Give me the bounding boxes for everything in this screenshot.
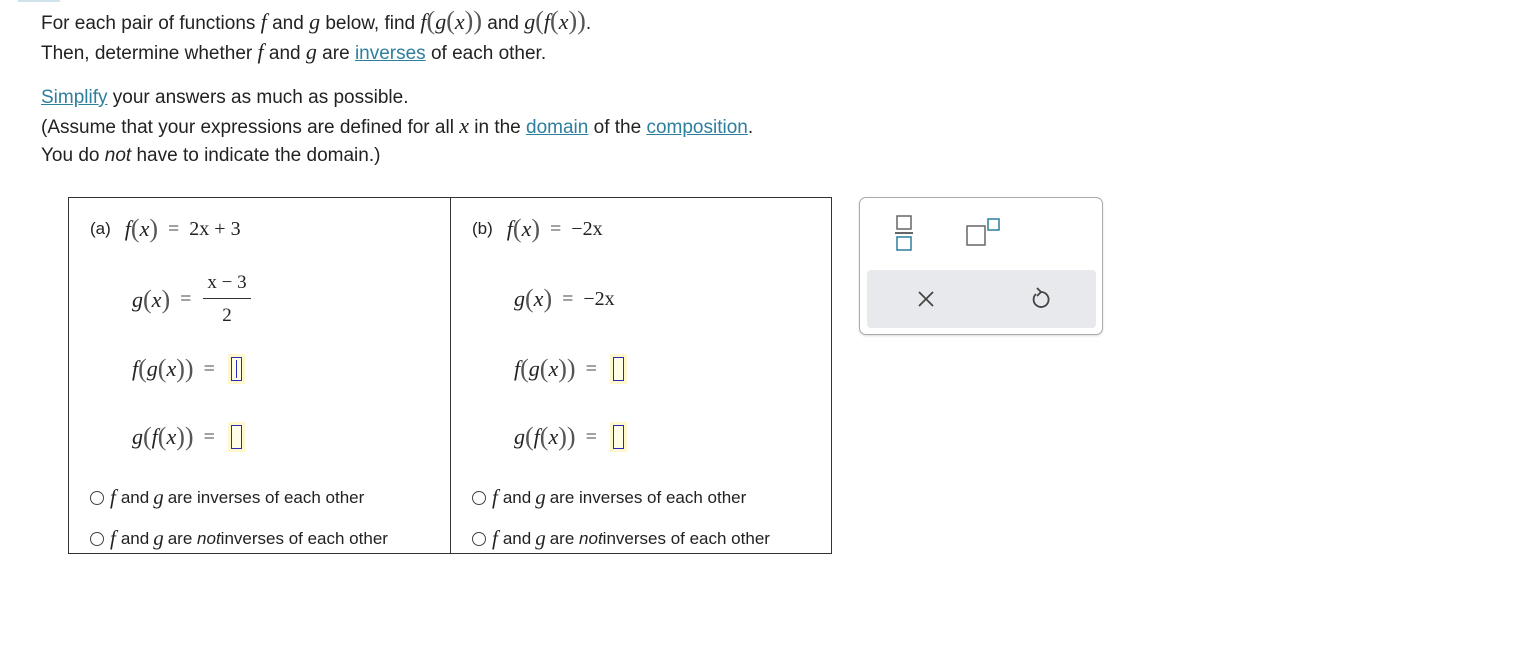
undo-icon[interactable]: [1030, 287, 1052, 317]
part-b-cell: (b) f(x) = −2x g(x) = −2x f(g(x)) = g(f(…: [450, 198, 831, 553]
instruction-line-1: For each pair of functions f and g below…: [41, 6, 592, 35]
part-a-option-inverses[interactable]: f and g are inverses of each other: [90, 485, 364, 510]
gf-expression: g(f(x)): [524, 6, 586, 35]
part-a-cell: (a) f(x) = 2x + 3 g(x) = x − 3 2 f(g(x))…: [69, 198, 450, 553]
part-b-fg-row: f(g(x)) =: [514, 354, 627, 384]
part-b-radio-not-inverses[interactable]: [472, 531, 486, 546]
composition-link[interactable]: composition: [646, 117, 747, 138]
instruction-line-5: You do not have to indicate the domain.): [41, 145, 381, 166]
instruction-line-4: (Assume that your expressions are define…: [41, 113, 754, 138]
part-b-gf-row: g(f(x)) =: [514, 422, 627, 452]
fraction-icon[interactable]: [894, 214, 914, 258]
part-a-gf-answer-input[interactable]: [227, 422, 245, 452]
clear-icon[interactable]: [917, 290, 935, 314]
part-b-f-definition: (b) f(x) = −2x: [472, 214, 603, 243]
instruction-line-3: Simplify your answers as much as possibl…: [41, 87, 409, 108]
simplify-link[interactable]: Simplify: [41, 87, 108, 108]
instructions: For each pair of functions f and g below…: [41, 8, 753, 170]
part-b-radio-inverses[interactable]: [472, 490, 486, 505]
problem-table: (a) f(x) = 2x + 3 g(x) = x − 3 2 f(g(x))…: [68, 197, 832, 554]
part-a-option-not-inverses[interactable]: f and g are not inverses of each other: [90, 526, 388, 551]
part-b-fg-answer-input[interactable]: [609, 354, 627, 384]
inverses-link[interactable]: inverses: [355, 43, 426, 64]
part-b-option-not-inverses[interactable]: f and g are not inverses of each other: [472, 526, 770, 551]
instruction-line-2: Then, determine whether f and g are inve…: [41, 39, 547, 64]
top-accent-bar: [18, 0, 60, 2]
part-a-radio-not-inverses[interactable]: [90, 531, 104, 546]
part-a-gf-row: g(f(x)) =: [132, 422, 245, 452]
part-a-g-fraction: x − 3 2: [203, 272, 251, 327]
part-b-gf-answer-input[interactable]: [609, 422, 627, 452]
part-a-fg-answer-input[interactable]: [227, 354, 245, 384]
math-palette: [859, 197, 1103, 335]
part-a-g-definition: g(x) = x − 3 2: [132, 272, 251, 327]
fg-expression: f(g(x)): [420, 6, 482, 35]
superscript-icon[interactable]: [965, 216, 1001, 254]
part-a-f-definition: (a) f(x) = 2x + 3: [90, 214, 241, 243]
part-b-g-definition: g(x) = −2x: [514, 284, 615, 313]
domain-link[interactable]: domain: [526, 117, 588, 138]
part-a-radio-inverses[interactable]: [90, 490, 104, 505]
part-a-fg-row: f(g(x)) =: [132, 354, 245, 384]
palette-action-bar: [867, 270, 1096, 328]
part-b-option-inverses[interactable]: f and g are inverses of each other: [472, 485, 746, 510]
